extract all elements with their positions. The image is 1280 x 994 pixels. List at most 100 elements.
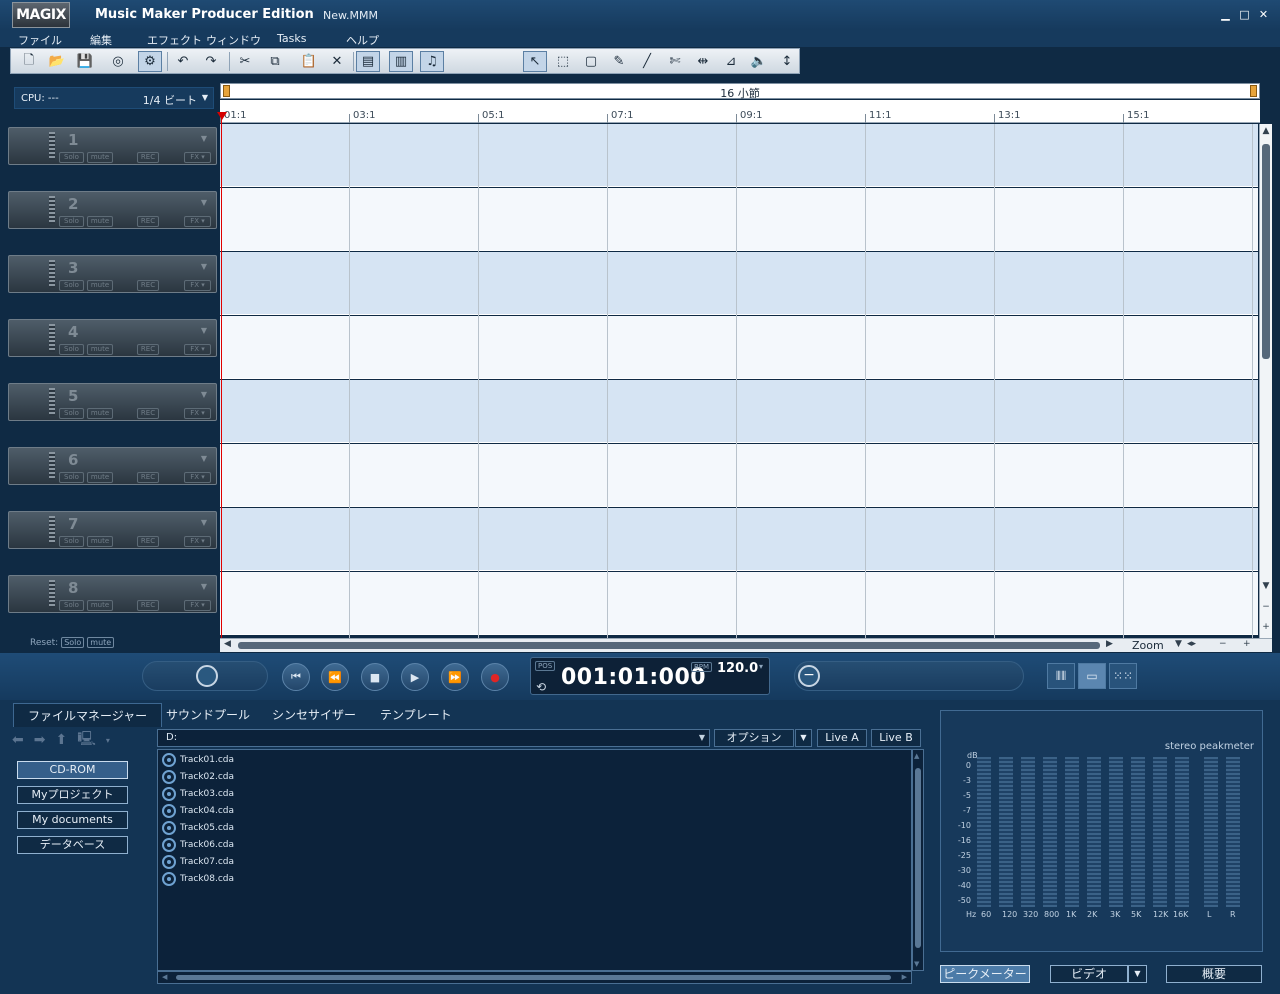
mute-button[interactable]: mute [87, 600, 113, 611]
up-folder-icon[interactable]: ⬆ [55, 732, 67, 748]
track-header[interactable]: 2 ▼ Solo mute REC FX ▾ [8, 191, 217, 229]
menu-help[interactable]: ヘルプ [346, 32, 379, 48]
menu-tasks[interactable]: Tasks [277, 32, 306, 45]
chevron-down-icon[interactable]: ▼ [201, 198, 207, 207]
track-lane[interactable] [220, 124, 1258, 187]
pointer-icon[interactable]: ↖ [523, 51, 547, 72]
list-item[interactable]: Track05.cda [162, 820, 234, 836]
record-arm-button[interactable]: REC [137, 344, 159, 355]
track-header[interactable]: 3 ▼ Solo mute REC FX ▾ [8, 255, 217, 293]
file-list-vertical-scrollbar[interactable]: ▲ ▼ [912, 749, 924, 971]
options-dropdown-icon[interactable]: ▼ [795, 729, 812, 747]
vertical-scroll-thumb[interactable] [1262, 144, 1270, 359]
mute-button[interactable]: mute [87, 344, 113, 355]
master-volume-knob[interactable] [196, 665, 218, 687]
redo-icon[interactable]: ↷ [199, 51, 223, 72]
scroll-right-icon[interactable]: ▶ [902, 973, 907, 981]
burn-icon[interactable]: ◎ [106, 51, 130, 72]
arrange-view-button[interactable]: ▭ [1078, 663, 1106, 689]
scroll-left-icon[interactable]: ◀ [224, 639, 231, 649]
tab-templates[interactable]: テンプレート [366, 703, 466, 727]
split-icon[interactable]: ✄ [663, 51, 687, 72]
height-icon[interactable]: ↕ [775, 51, 799, 72]
range-select-icon[interactable]: ⬚ [551, 51, 575, 72]
bpm-dropdown-icon[interactable]: ▾ [759, 662, 763, 671]
timeline-ruler[interactable]: 01:1 03:1 05:1 07:1 09:1 11:1 13:1 15:1 [220, 100, 1260, 123]
list-item[interactable]: Track08.cda [162, 871, 234, 887]
fx-button[interactable]: FX ▾ [184, 344, 211, 355]
reset-mute-button[interactable]: mute [87, 637, 115, 648]
range-end-handle[interactable] [1250, 85, 1257, 97]
solo-button[interactable]: Solo [59, 600, 84, 611]
delete-icon[interactable]: ✕ [325, 51, 349, 72]
location-cd-rom[interactable]: CD-ROM [17, 761, 128, 779]
list-item[interactable]: Track07.cda [162, 854, 234, 870]
file-list-scroll-thumb[interactable] [915, 768, 921, 948]
volume-icon[interactable]: 🔈 [747, 51, 771, 72]
chevron-down-icon[interactable]: ▼ [201, 582, 207, 591]
list-item[interactable]: Track06.cda [162, 837, 234, 853]
solo-button[interactable]: Solo [59, 216, 84, 227]
list-item[interactable]: Track01.cda [162, 752, 234, 768]
reset-solo-button[interactable]: Solo [61, 637, 85, 648]
position-display[interactable]: POS 001:01:000 BPM 120.0 ▾ ⟲ [530, 657, 770, 695]
file-list-hscroll-thumb[interactable] [176, 975, 891, 980]
zoom-dropdown-icon[interactable]: ▼ [1175, 639, 1182, 649]
object-select-icon[interactable]: ▢ [579, 51, 603, 72]
chevron-down-icon[interactable]: ▼ [201, 326, 207, 335]
stretch-icon[interactable]: ⇹ [691, 51, 715, 72]
scroll-up-icon[interactable]: ▲ [914, 752, 919, 760]
solo-button[interactable]: Solo [59, 408, 84, 419]
track-lane[interactable] [220, 444, 1258, 507]
zoom-slider[interactable]: − [794, 661, 1024, 691]
location-my-project[interactable]: Myプロジェクト [17, 786, 128, 804]
new-icon[interactable]: 🗋 [17, 51, 41, 72]
track-lane[interactable] [220, 508, 1258, 571]
tab-video[interactable]: ビデオ [1050, 965, 1128, 983]
vertical-scrollbar[interactable]: ▲ ▼ − + [1259, 124, 1272, 638]
forward-button[interactable]: ⏩ [441, 663, 469, 691]
mute-button[interactable]: mute [87, 216, 113, 227]
location-my-documents[interactable]: My documents [17, 811, 128, 829]
track-lane[interactable] [220, 572, 1258, 635]
rewind-button[interactable]: ⏪ [321, 663, 349, 691]
close-button[interactable]: ✕ [1257, 8, 1270, 21]
copy-icon[interactable]: ⧉ [263, 51, 287, 72]
arrange-area[interactable] [220, 124, 1258, 638]
mute-button[interactable]: mute [87, 408, 113, 419]
playhead-marker-icon[interactable] [217, 112, 227, 120]
menu-file[interactable]: ファイル [18, 32, 62, 48]
file-list[interactable]: Track01.cda Track02.cda Track03.cda Track04… [157, 749, 912, 971]
draw-icon[interactable]: ✎ [607, 51, 631, 72]
rewind-start-button[interactable]: ⏮ [282, 663, 310, 691]
track-height-plus[interactable]: + [1260, 622, 1272, 632]
cut-icon[interactable]: ✂ [233, 51, 257, 72]
drive-icon[interactable]: 🖳 [77, 728, 96, 752]
loop-icon[interactable]: ⟲ [536, 680, 546, 694]
tab-synthesizer[interactable]: シンセサイザー [258, 703, 370, 727]
track-header[interactable]: 6 ▼ Solo mute REC FX ▾ [8, 447, 217, 485]
back-icon[interactable]: ⬅ [12, 732, 24, 748]
fx-button[interactable]: FX ▾ [184, 280, 211, 291]
record-button[interactable]: ● [481, 663, 509, 691]
menu-edit[interactable]: 編集 [90, 32, 112, 48]
ungroup-icon[interactable]: ▥ [389, 51, 413, 72]
track-header[interactable]: 4 ▼ Solo mute REC FX ▾ [8, 319, 217, 357]
fx-button[interactable]: FX ▾ [184, 472, 211, 483]
video-dropdown-icon[interactable]: ▼ [1128, 965, 1147, 983]
forward-icon[interactable]: ➡ [34, 732, 46, 748]
menu-window[interactable]: ウィンドウ [206, 32, 261, 48]
chevron-down-icon[interactable]: ▼ [202, 93, 208, 102]
tab-sound-pool[interactable]: サウンドプール [152, 703, 264, 727]
menu-effects[interactable]: エフェクト [147, 32, 202, 48]
live-a-button[interactable]: Live A [817, 729, 867, 747]
list-item[interactable]: Track02.cda [162, 769, 234, 785]
mute-button[interactable]: mute [87, 536, 113, 547]
horizontal-scrollbar[interactable]: ◀ ▶ Zoom ▼ ◂▸ − + [220, 638, 1272, 652]
scroll-left-icon[interactable]: ◀ [162, 973, 167, 981]
tab-peakmeter[interactable]: ピークメーター [940, 965, 1030, 983]
solo-button[interactable]: Solo [59, 536, 84, 547]
bpm-value[interactable]: 120.0 [717, 661, 758, 676]
scroll-up-icon[interactable]: ▲ [1260, 126, 1272, 136]
chevron-down-icon[interactable]: ▼ [201, 390, 207, 399]
